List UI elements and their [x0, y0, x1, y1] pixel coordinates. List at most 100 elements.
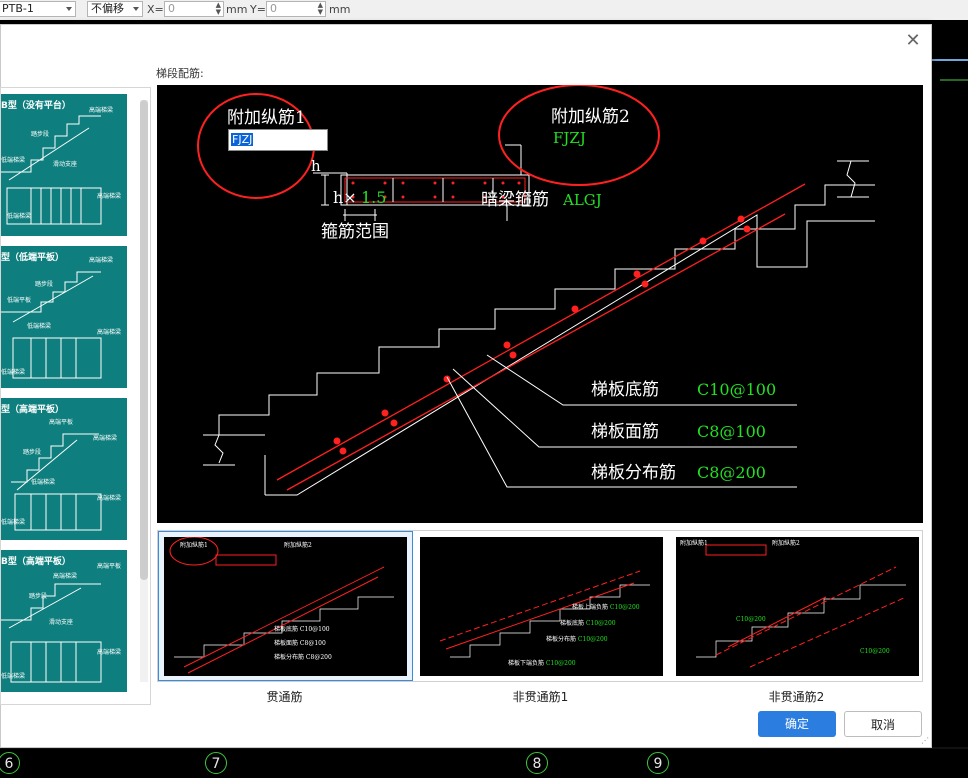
stair-type-item[interactable]: B型（没有平台） 高端梯梁 踏步段 低端梯梁 滑动支座 高端梯梁 低端梯梁 [1, 94, 127, 236]
svg-text:附加纵筋1: 附加纵筋1 [180, 541, 208, 549]
svg-text:梯板分布筋 C8@200: 梯板分布筋 C8@200 [274, 653, 332, 661]
y-label: Y= [250, 3, 266, 16]
component-select[interactable]: PTB-1 [0, 1, 76, 17]
svg-text:高端梯梁: 高端梯梁 [97, 648, 121, 656]
extra-bar1-input[interactable]: FJZJ [228, 129, 328, 151]
option-noncontinuous-2-image: 附加纵筋1 附加纵筋2 C10@200 C10@200 [676, 537, 919, 676]
top-bar-label: 梯板面筋 [591, 422, 659, 442]
svg-text:低端梯梁: 低端梯梁 [7, 212, 31, 220]
svg-text:低端梯梁: 低端梯梁 [1, 518, 25, 526]
offset-select-value: 不偏移 [91, 2, 124, 15]
stair-reinforcement-dialog: ✕ 梯段配筋: B型（没有平台） 高端梯梁 踏步段 低端梯梁 滑动支座 高端梯梁 低端… [0, 24, 932, 748]
x-input[interactable]: 0 ▲ ▼ [164, 1, 224, 17]
x-unit: mm [226, 3, 248, 16]
cancel-button[interactable]: 取消 [844, 711, 922, 737]
x-label: X= [147, 3, 164, 16]
y-input-value: 0 [270, 2, 277, 15]
svg-text:低端梯梁: 低端梯梁 [1, 672, 25, 680]
svg-text:梯板下端负筋 C10@200: 梯板下端负筋 C10@200 [508, 659, 576, 667]
stair-type-item[interactable]: B型（高端平板） 高端平板 高端梯梁 踏步段 滑动支座 高端梯梁 低端梯梁 [1, 550, 127, 692]
component-select-value: PTB-1 [2, 2, 34, 15]
option-noncontinuous-1-image: 梯板上端负筋 C10@200 梯板底筋 C10@200 梯板分布筋 C10@20… [420, 537, 663, 676]
svg-text:梯板底筋 C10@100: 梯板底筋 C10@100 [274, 625, 330, 633]
svg-text:低端梯梁: 低端梯梁 [1, 368, 25, 376]
axis-number-8: 8 [526, 752, 548, 774]
reinforcement-preview: 附加纵筋1 h h× 1.5 箍筋范围 附加纵筋2 FJZJ 暗梁箍筋 ALGJ… [157, 84, 923, 523]
axis-number-9: 9 [647, 752, 669, 774]
svg-text:踏步段: 踏步段 [31, 130, 49, 138]
svg-text:高端梯梁: 高端梯梁 [89, 106, 113, 114]
rebar-dots [333, 215, 751, 455]
svg-text:高端梯梁: 高端梯梁 [97, 192, 121, 200]
stair-type-list[interactable]: B型（没有平台） 高端梯梁 踏步段 低端梯梁 滑动支座 高端梯梁 低端梯梁 型（低端平… [0, 87, 151, 705]
stair-type-diagram: 高端梯梁踏步段 低端梯梁滑动支座 高端梯梁低端梯梁 [1, 106, 121, 225]
svg-text:C10@200: C10@200 [736, 616, 766, 623]
svg-text:高端梯梁: 高端梯梁 [97, 328, 121, 336]
offset-select[interactable]: 不偏移 [87, 1, 143, 17]
svg-text:低端梯梁: 低端梯梁 [31, 478, 55, 486]
y-unit: mm [329, 3, 351, 16]
bottom-bar-value: C10@100 [697, 380, 776, 399]
svg-text:低端平板: 低端平板 [7, 296, 31, 304]
resize-grip-icon[interactable]: ⋰ [921, 736, 929, 745]
hidden-beam-stirrup-label: 暗梁箍筋 [481, 190, 549, 210]
option-noncontinuous-2[interactable]: 附加纵筋1 附加纵筋2 C10@200 C10@200 [670, 531, 925, 681]
svg-text:低端梯梁: 低端梯梁 [1, 156, 25, 164]
svg-text:C10@200: C10@200 [860, 648, 890, 655]
svg-text:滑动支座: 滑动支座 [49, 618, 73, 626]
chevron-down-icon [133, 7, 139, 11]
svg-text:附加纵筋2: 附加纵筋2 [284, 541, 312, 549]
stair-type-item[interactable]: 型（高端平板） 高端平板 高端梯梁 踏步段 低端梯梁 高端梯梁 低端梯梁 [1, 398, 127, 540]
stair-type-diagram: 高端平板高端梯梁 踏步段低端梯梁 高端梯梁低端梯梁 [1, 418, 121, 531]
stair-type-diagram: 高端平板高端梯梁 踏步段滑动支座 高端梯梁低端梯梁 [1, 562, 121, 683]
svg-text:踏步段: 踏步段 [23, 448, 41, 456]
svg-text:梯板分布筋 C10@200: 梯板分布筋 C10@200 [546, 635, 608, 643]
svg-text:高端平板: 高端平板 [97, 562, 121, 570]
svg-text:梯板底筋 C10@200: 梯板底筋 C10@200 [560, 619, 616, 627]
axis-number-7: 7 [205, 752, 227, 774]
y-input[interactable]: 0 ▲ ▼ [266, 1, 326, 17]
dist-bar-value: C8@200 [697, 463, 766, 482]
dist-bar-label: 梯板分布筋 [591, 463, 676, 483]
bottom-bar-label: 梯板底筋 [591, 380, 659, 400]
option-noncontinuous-1[interactable]: 梯板上端负筋 C10@200 梯板底筋 C10@200 梯板分布筋 C10@20… [414, 531, 669, 681]
svg-text:高端梯梁: 高端梯梁 [97, 494, 121, 502]
stair-type-item[interactable]: 型（低端平板） 高端梯梁 踏步段 低端平板 低端梯梁 高端梯梁 低端梯梁 [1, 246, 127, 388]
svg-text:梯板上端负筋 C10@200: 梯板上端负筋 C10@200 [572, 603, 640, 611]
spinner-icon[interactable]: ▲ ▼ [216, 2, 221, 16]
spinner-icon[interactable]: ▲ ▼ [318, 2, 323, 16]
x-input-value: 0 [168, 2, 175, 15]
option-continuous-label: 贯通筋 [266, 690, 303, 704]
extra-bar1-input-value: FJZJ [231, 133, 254, 146]
svg-text:踏步段: 踏步段 [29, 592, 47, 600]
top-bar-value: C8@100 [697, 422, 766, 441]
option-noncontinuous-2-label: 非贯通筋2 [768, 690, 825, 704]
rebar-mode-options: 附加纵筋1 附加纵筋2 梯板底筋 C10@100 梯板面筋 C8@100 梯板分布筋… [157, 530, 923, 682]
list-scrollbar-thumb[interactable] [140, 100, 148, 580]
chevron-down-icon [66, 7, 72, 11]
svg-text:高端梯梁: 高端梯梁 [53, 572, 77, 580]
svg-text:梯板面筋 C8@100: 梯板面筋 C8@100 [274, 639, 326, 647]
close-icon[interactable]: ✕ [905, 32, 921, 50]
option-continuous[interactable]: 附加纵筋1 附加纵筋2 梯板底筋 C10@100 梯板面筋 C8@100 梯板分布筋… [158, 531, 413, 681]
svg-text:高端梯梁: 高端梯梁 [93, 434, 117, 442]
extra-bar1-label: 附加纵筋1 [227, 108, 306, 128]
svg-text:低端梯梁: 低端梯梁 [27, 322, 51, 330]
stair-type-diagram: 高端梯梁踏步段 低端平板低端梯梁 高端梯梁低端梯梁 [1, 256, 121, 379]
hidden-beam-code: ALGJ [562, 191, 602, 209]
section-title: 梯段配筋: [156, 67, 204, 80]
h-mult-label: h× [333, 188, 357, 207]
svg-text:附加纵筋2: 附加纵筋2 [772, 539, 800, 547]
option-continuous-image: 附加纵筋1 附加纵筋2 梯板底筋 C10@100 梯板面筋 C8@100 梯板分布筋… [164, 536, 407, 676]
option-noncontinuous-1-label: 非贯通筋1 [512, 690, 569, 704]
extra-bar2-label: 附加纵筋2 [551, 107, 630, 127]
top-toolbar: PTB-1 不偏移 X= 0 ▲ ▼ mm Y= 0 ▲ ▼ mm [0, 0, 968, 21]
svg-text:踏步段: 踏步段 [35, 280, 53, 288]
h-mult-value: 1.5 [361, 188, 386, 207]
svg-text:附加纵筋1: 附加纵筋1 [680, 539, 708, 547]
h-label: h [311, 157, 321, 175]
ok-button[interactable]: 确定 [758, 711, 836, 737]
extra-bar2-code: FJZJ [553, 129, 586, 147]
svg-text:高端梯梁: 高端梯梁 [89, 256, 113, 264]
svg-text:滑动支座: 滑动支座 [53, 160, 77, 168]
